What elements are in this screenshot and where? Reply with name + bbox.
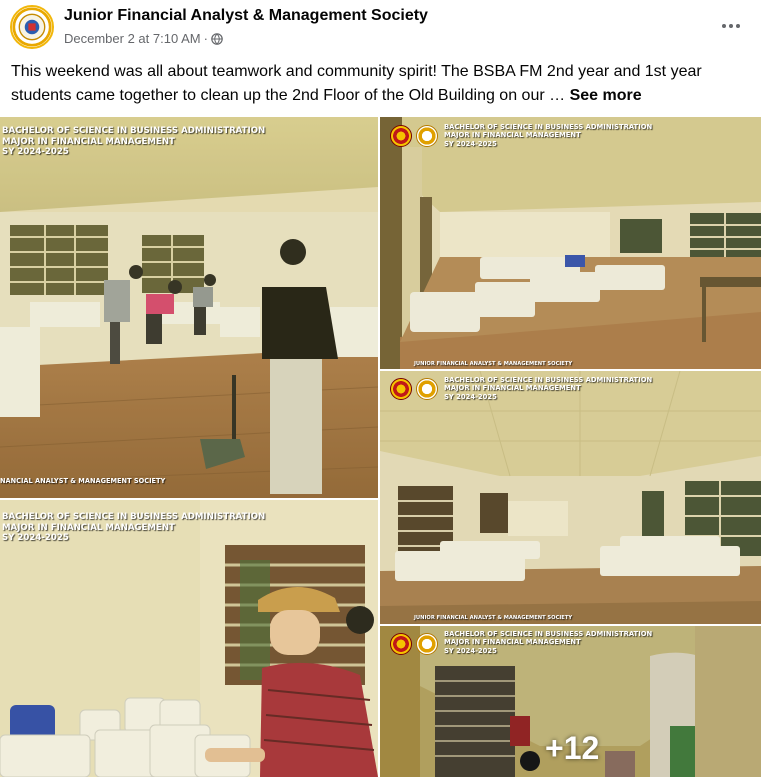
meta-separator: ·	[203, 31, 208, 46]
post-meta: December 2 at 7:10 AM ·	[64, 31, 223, 46]
photo-student-arranging-chairs[interactable]: BACHELOR OF SCIENCE IN BUSINESS ADMINIST…	[0, 500, 378, 777]
more-options-icon[interactable]	[719, 14, 743, 38]
caption-line-2: MAJOR IN FINANCIAL MANAGEMENT	[2, 522, 175, 533]
photo-image	[0, 117, 378, 498]
caption-line-3: SY 2024-2025	[444, 139, 497, 148]
caption-logos	[390, 378, 442, 400]
photo-caption: BACHELOR OF SCIENCE IN BUSINESS ADMINIST…	[2, 126, 265, 158]
caption-line-2: MAJOR IN FINANCIAL MANAGEMENT	[444, 384, 581, 393]
photo-empty-classroom-1[interactable]: BACHELOR OF SCIENCE IN BUSINESS ADMINIST…	[380, 117, 761, 369]
photo-sweeping-classroom[interactable]: BACHELOR OF SCIENCE IN BUSINESS ADMINIST…	[0, 117, 378, 498]
photo-empty-classroom-2[interactable]: BACHELOR OF SCIENCE IN BUSINESS ADMINIST…	[380, 371, 761, 624]
society-logo-icon	[416, 125, 438, 147]
photo-grid: BACHELOR OF SCIENCE IN BUSINESS ADMINIST…	[0, 117, 761, 777]
caption-line-2: MAJOR IN FINANCIAL MANAGEMENT	[2, 136, 175, 147]
see-more-link[interactable]: See more	[570, 87, 642, 104]
society-logo-icon	[416, 378, 438, 400]
photo-footer-caption: NANCIAL ANALYST & MANAGEMENT SOCIETY	[0, 477, 166, 485]
post-header: Junior Financial Analyst & Management So…	[0, 0, 761, 58]
caption-line-1: BACHELOR OF SCIENCE IN BUSINESS ADMINIST…	[2, 512, 266, 522]
photo-caption: BACHELOR OF SCIENCE IN BUSINESS ADMINIST…	[444, 123, 652, 148]
caption-line-3: SY 2024-2025	[2, 533, 69, 544]
globe-icon[interactable]	[211, 32, 223, 45]
caption-line-2: MAJOR IN FINANCIAL MANAGEMENT	[444, 131, 581, 140]
photo-footer-caption: JUNIOR FINANCIAL ANALYST & MANAGEMENT SO…	[414, 361, 573, 367]
post-text: This weekend was all about teamwork and …	[11, 60, 741, 108]
post-author[interactable]: Junior Financial Analyst & Management So…	[64, 7, 428, 25]
photo-caption: BACHELOR OF SCIENCE IN BUSINESS ADMINIST…	[2, 512, 265, 544]
society-logo-icon	[12, 7, 52, 47]
caption-line-1: BACHELOR OF SCIENCE IN BUSINESS ADMINIST…	[2, 126, 266, 136]
more-photos-count: +12	[545, 730, 600, 766]
photo-image	[380, 371, 761, 624]
more-photos-overlay[interactable]: +12	[380, 626, 761, 777]
photo-caption: BACHELOR OF SCIENCE IN BUSINESS ADMINIST…	[444, 376, 652, 401]
caption-line-1: BACHELOR OF SCIENCE IN BUSINESS ADMINIST…	[444, 123, 653, 131]
caption-logos	[390, 125, 442, 147]
caption-line-3: SY 2024-2025	[444, 392, 497, 401]
photo-footer-caption: JUNIOR FINANCIAL ANALYST & MANAGEMENT SO…	[414, 615, 573, 621]
caption-line-3: SY 2024-2025	[2, 147, 69, 158]
caption-line-1: BACHELOR OF SCIENCE IN BUSINESS ADMINIST…	[444, 376, 653, 384]
photo-more-12[interactable]: BACHELOR OF SCIENCE IN BUSINESS ADMINIST…	[380, 626, 761, 777]
college-logo-icon	[390, 125, 412, 147]
society-logo-avatar[interactable]	[10, 5, 54, 49]
post-date[interactable]: December 2 at 7:10 AM	[64, 31, 201, 46]
photo-image	[380, 117, 761, 369]
college-logo-icon	[390, 378, 412, 400]
